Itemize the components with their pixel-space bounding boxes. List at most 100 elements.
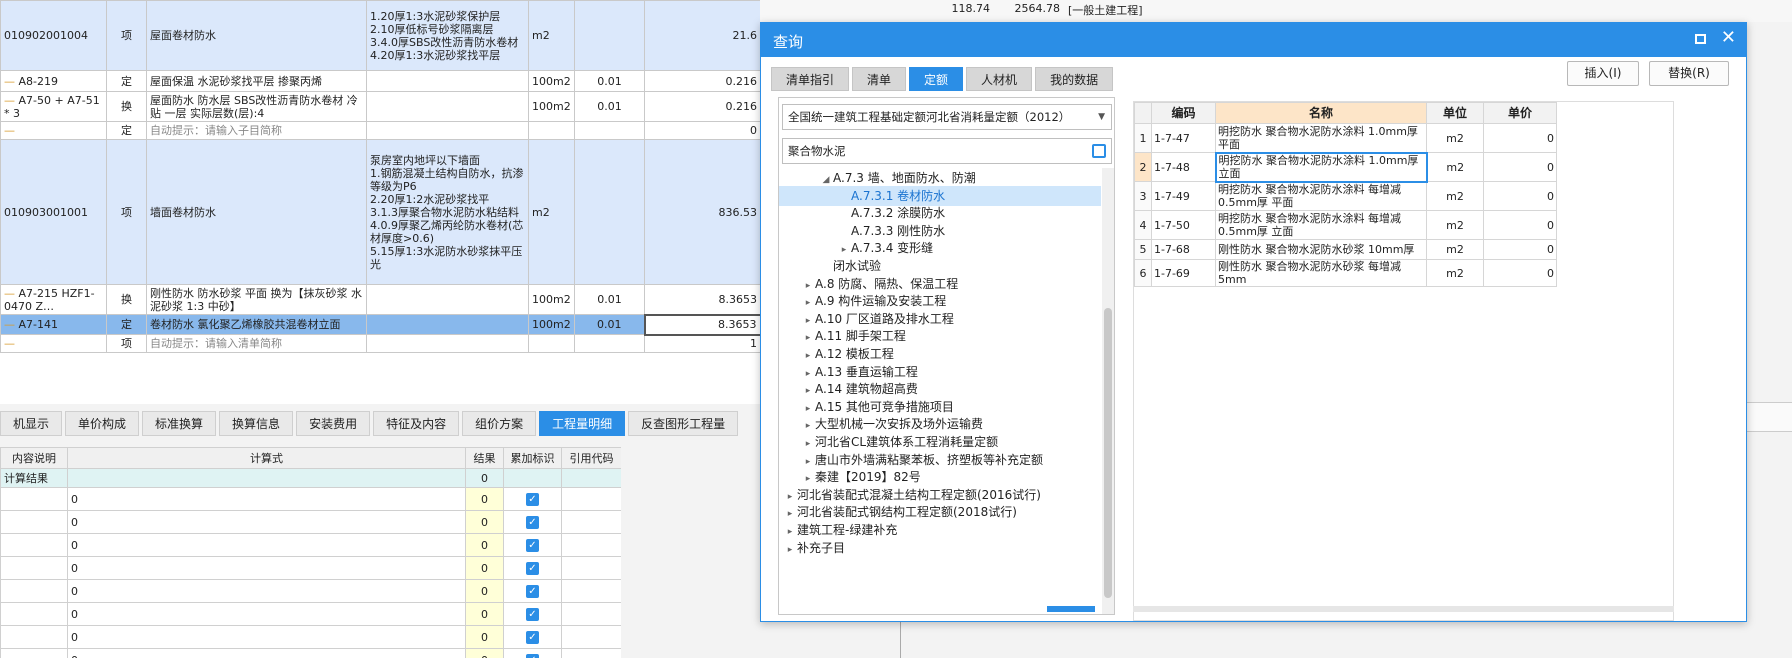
bottom-tab[interactable]: 特征及内容 [373, 411, 460, 436]
quota-name[interactable]: 明挖防水 聚合物水泥防水涂料 每增减0.5mm厚 立面 [1215, 210, 1427, 240]
quota-price[interactable]: 0 [1483, 239, 1557, 260]
detail-ref-code[interactable] [561, 510, 621, 534]
bill-row[interactable]: 010903001001 项墙面卷材防水 泵房室内地坪以下墙面 1.钢筋混凝土结构自… [0, 139, 760, 285]
row-quantity[interactable]: 0.216 [644, 91, 760, 122]
quota-tree[interactable]: ◢ A.7.3 墙、地面防水、防潮 A.7.3.1 卷材防水 A.7.3.2 涂膜防水… [779, 168, 1101, 614]
detail-row[interactable]: 00 ✓ [0, 487, 621, 511]
quota-code[interactable]: 1-7-49 [1151, 181, 1216, 211]
insert-button[interactable]: 插入(I) [1567, 61, 1639, 86]
row-code[interactable]: 010903001001 [0, 139, 107, 285]
row-unit[interactable]: 100m2 [528, 314, 575, 335]
quota-code[interactable]: 1-7-50 [1151, 210, 1216, 240]
checkbox-checked-icon[interactable]: ✓ [526, 607, 539, 621]
quota-price[interactable]: 0 [1483, 152, 1557, 182]
close-icon[interactable]: ✕ [1721, 28, 1736, 48]
quota-row-index[interactable]: 5 [1134, 239, 1152, 260]
row-quantity[interactable]: 21.6 [644, 0, 760, 71]
checkbox-checked-icon[interactable]: ✓ [526, 630, 539, 644]
detail-row[interactable]: 00 ✓ [0, 510, 621, 534]
row-quantity[interactable]: 1 [644, 334, 760, 353]
quota-name[interactable]: 明挖防水 聚合物水泥防水涂料 1.0mm厚 立面 [1214, 151, 1428, 183]
row-qty-rate[interactable]: 0.01 [574, 314, 645, 335]
row-quantity[interactable]: 0.216 [644, 70, 760, 92]
row-unit[interactable]: 100m2 [528, 91, 575, 122]
detail-expr[interactable]: 0 [67, 625, 466, 649]
row-name[interactable]: 屋面保温 水泥砂浆找平层 掺聚丙烯 [146, 70, 367, 92]
row-qty-rate[interactable] [574, 139, 645, 285]
row-code[interactable]: — A7-50 + A7-51 * 3 [0, 91, 107, 122]
quota-row-index[interactable]: 6 [1134, 259, 1152, 287]
replace-button[interactable]: 替换(R) [1649, 61, 1729, 86]
bottom-tab[interactable]: 工程量明细 [539, 411, 626, 436]
row-type[interactable]: 定 [106, 70, 147, 92]
quota-row[interactable]: 2 1-7-48 明挖防水 聚合物水泥防水涂料 1.0mm厚 立面 m2 0 [1134, 151, 1557, 183]
row-quantity[interactable]: 0 [644, 121, 760, 140]
row-quantity[interactable]: 8.3653 [643, 313, 760, 336]
tree-node[interactable]: ▸ 补充子目 [783, 538, 845, 558]
row-type[interactable]: 换 [106, 91, 147, 122]
quota-price[interactable]: 0 [1483, 210, 1557, 240]
detail-desc[interactable] [0, 602, 68, 626]
quota-header-cell[interactable] [1134, 102, 1152, 124]
quota-code[interactable]: 1-7-47 [1151, 123, 1216, 153]
quota-header-cell[interactable]: 编码 [1151, 102, 1216, 124]
detail-row[interactable]: 00 ✓ [0, 579, 621, 603]
dialog-tab[interactable]: 清单 [852, 67, 907, 91]
row-type[interactable]: 项 [106, 0, 147, 71]
detail-desc[interactable] [0, 648, 68, 658]
detail-expr[interactable]: 0 [67, 579, 466, 603]
bottom-tab[interactable]: 标准换算 [142, 411, 217, 436]
row-qty-rate[interactable]: 0.01 [574, 91, 645, 122]
row-feature[interactable] [366, 91, 529, 122]
row-code[interactable]: — [0, 121, 107, 140]
quota-header-cell[interactable]: 单位 [1426, 102, 1484, 124]
detail-result-row[interactable]: 计算结果 0 [0, 468, 621, 488]
bill-row[interactable]: — A8-219 定屋面保温 水泥砂浆找平层 掺聚丙烯 100m2 0.01 0.216 [0, 70, 760, 92]
checkbox-checked-icon[interactable]: ✓ [526, 515, 539, 529]
row-quantity[interactable]: 8.3653 [644, 284, 760, 315]
dialog-titlebar[interactable]: 查询 ✕ [761, 23, 1746, 57]
checkbox-checked-icon[interactable]: ✓ [526, 653, 539, 658]
bottom-tab[interactable]: 单价构成 [65, 411, 140, 436]
quota-name[interactable]: 明挖防水 聚合物水泥防水涂料 每增减0.5mm厚 平面 [1215, 181, 1427, 211]
dialog-tab[interactable]: 我的数据 [1035, 67, 1114, 91]
detail-ref-code[interactable] [561, 579, 621, 603]
bottom-tab[interactable]: 组价方案 [462, 411, 537, 436]
row-feature[interactable] [366, 314, 529, 335]
detail-row[interactable]: 00 ✓ [0, 556, 621, 580]
scrollbar-thumb[interactable] [1104, 308, 1112, 598]
dialog-tab[interactable]: 人材机 [966, 67, 1033, 91]
row-unit[interactable]: m2 [528, 0, 575, 71]
row-qty-rate[interactable]: 0.01 [574, 284, 645, 315]
checkbox-checked-icon[interactable]: ✓ [526, 538, 539, 552]
row-feature[interactable]: 泵房室内地坪以下墙面 1.钢筋混凝土结构自防水，抗渗等级为P6 2.20厚1:2… [366, 139, 529, 285]
detail-row[interactable]: 00 ✓ [0, 602, 621, 626]
row-name[interactable]: 卷材防水 氯化聚乙烯橡胶共混卷材立面 [146, 314, 367, 335]
detail-ref-code[interactable] [561, 556, 621, 580]
dialog-tab[interactable]: 定额 [909, 67, 964, 91]
detail-row[interactable]: 00 ✓ [0, 648, 621, 658]
quota-unit[interactable]: m2 [1426, 259, 1484, 287]
row-unit[interactable]: 100m2 [528, 284, 575, 315]
quota-row-index[interactable]: 3 [1134, 181, 1152, 211]
checkbox-checked-icon[interactable]: ✓ [526, 492, 539, 506]
row-feature[interactable]: 1.20厚1:3水泥砂浆保护层 2.10厚低标号砂浆隔离层 3.4.0厚SBS改… [366, 0, 529, 71]
quota-name[interactable]: 刚性防水 聚合物水泥防水砂浆 每增减5mm [1215, 259, 1427, 287]
quota-code[interactable]: 1-7-69 [1151, 259, 1216, 287]
quota-header-cell[interactable]: 名称 [1215, 102, 1427, 124]
detail-expr[interactable]: 0 [67, 648, 466, 658]
quota-result-grid[interactable]: 编码 名称 单位 单价 1 1-7-47 明挖防水 聚合物水泥防水涂料 1.0mm厚 平面 m… [1133, 101, 1674, 621]
row-code[interactable]: — A7-141 [0, 314, 107, 335]
detail-expr[interactable]: 0 [67, 602, 466, 626]
row-unit[interactable] [528, 334, 575, 353]
quota-unit[interactable]: m2 [1426, 239, 1484, 260]
row-name[interactable]: 墙面卷材防水 [146, 139, 367, 285]
detail-expr[interactable]: 0 [67, 556, 466, 580]
row-feature[interactable] [366, 334, 529, 353]
row-feature[interactable] [366, 121, 529, 140]
search-icon[interactable] [1092, 144, 1106, 158]
bill-row[interactable]: — 项自动提示：请输入清单简称 1 [0, 334, 760, 353]
quota-price[interactable]: 0 [1483, 123, 1557, 153]
quota-row[interactable]: 6 1-7-69 刚性防水 聚合物水泥防水砂浆 每增减5mm m2 0 [1134, 259, 1557, 287]
row-unit[interactable]: m2 [528, 139, 575, 285]
